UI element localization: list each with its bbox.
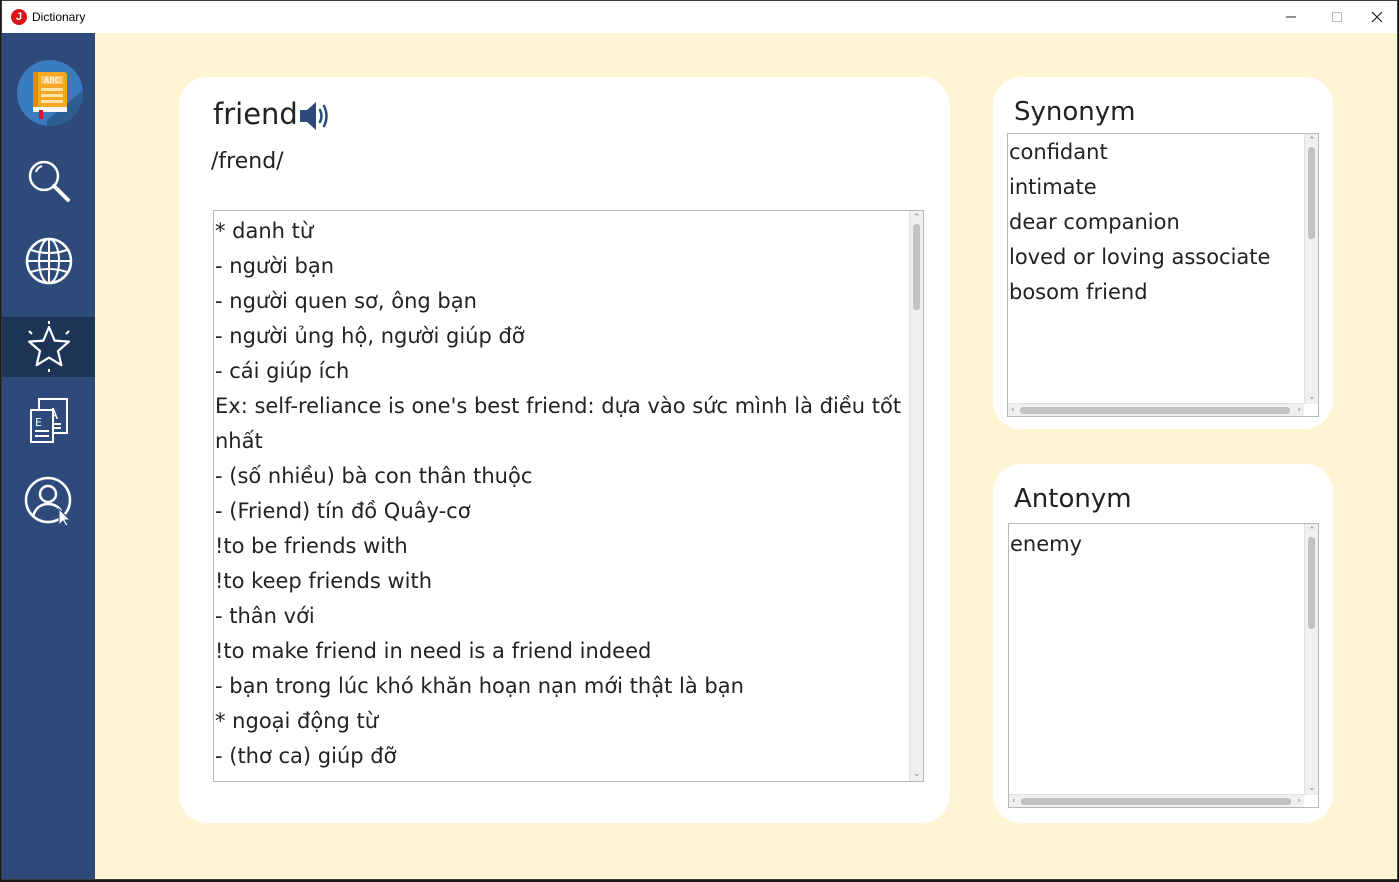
title-bar: J Dictionary [2,1,1397,33]
synonym-card: Synonym confidant intimate dear companion l… [993,77,1333,429]
minimize-icon [1286,16,1296,18]
minimize-button[interactable] [1268,1,1314,33]
magnifier-icon [28,160,70,202]
app-window: J Dictionary ABC E friend /frend/ * danh… [1,0,1398,880]
sidebar-item-translate[interactable] [2,231,95,291]
definition-line: - (thơ ca) giúp đỡ [215,744,397,768]
definition-line: !to be friends with [215,534,408,558]
sidebar-item-account[interactable] [2,471,95,531]
definition-line: - (Friend) tín đồ Quây-cơ [215,499,471,523]
app-icon: J [11,9,27,25]
scroll-thumb[interactable] [1020,407,1290,414]
antonym-items: enemy [1010,527,1082,562]
close-icon [1371,11,1383,23]
antonym-vscrollbar[interactable]: ⌃ ⌄ [1304,524,1318,795]
scroll-down-icon[interactable]: ⌄ [1308,783,1316,793]
text-document-icon: A E [29,398,68,443]
definition-text: * danh từ - người bạn - người quen sơ, ông… [215,214,905,774]
scroll-down-icon[interactable]: ⌄ [913,769,921,779]
word-card: friend /frend/ * danh từ - người bạn - ngư… [179,77,950,823]
scroll-left-icon[interactable]: ‹ [1012,795,1016,807]
scroll-up-icon[interactable]: ⌃ [913,213,921,223]
synonym-item[interactable]: intimate [1009,170,1270,205]
definition-line: !to keep friends with [215,569,433,593]
sidebar-item-flashcards[interactable]: A E [2,391,95,451]
definition-line: - người ủng hộ, người giúp đỡ [215,324,525,348]
scroll-thumb[interactable] [1021,798,1291,805]
definition-line: - thân với [215,604,315,628]
synonym-items: confidant intimate dear companion loved or … [1009,135,1270,310]
scroll-right-icon[interactable]: › [1297,404,1301,416]
scroll-thumb[interactable] [913,224,920,310]
window-title: Dictionary [32,10,86,24]
definition-line: - bạn trong lúc khó khăn hoạn nạn mới th… [215,674,744,698]
book-abc-icon: ABC [33,72,83,126]
definition-textarea[interactable]: * danh từ - người bạn - người quen sơ, ông… [213,210,924,782]
star-icon [27,321,70,372]
synonym-item[interactable]: loved or loving associate [1009,240,1270,275]
definition-line: nhất [215,429,263,453]
scroll-up-icon[interactable]: ⌃ [1308,526,1316,536]
synonym-hscrollbar[interactable]: ‹ › [1008,403,1304,416]
synonym-item[interactable]: confidant [1009,135,1270,170]
definition-scrollbar[interactable]: ⌃ ⌄ [909,211,923,781]
synonym-title: Synonym [1014,97,1136,127]
scroll-right-icon[interactable]: › [1297,795,1301,807]
speaker-icon [300,102,328,130]
globe-icon [25,237,72,285]
user-account-icon [24,476,71,527]
definition-line: * ngoại động từ [215,709,379,733]
definition-line: Ex: self-reliance is one's best friend: … [215,394,902,418]
scroll-thumb[interactable] [1308,537,1315,629]
svg-text:ABC: ABC [44,76,61,85]
antonym-title: Antonym [1014,484,1132,514]
svg-text:E: E [35,416,42,429]
synonym-item[interactable]: dear companion [1009,205,1270,240]
close-button[interactable] [1354,1,1397,33]
definition-line: !to make friend in need is a friend inde… [215,639,652,663]
definition-line: - (số nhiều) bà con thân thuộc [215,464,533,488]
antonym-card: Antonym enemy ⌃ ⌄ ‹ › [993,464,1333,823]
sidebar-item-favorites[interactable] [2,317,95,377]
synonym-item[interactable]: bosom friend [1009,275,1270,310]
definition-line: - cái giúp ích [215,359,350,383]
definition-line: * danh từ [215,219,314,243]
sidebar-item-search[interactable] [2,151,95,211]
antonym-hscrollbar[interactable]: ‹ › [1009,794,1304,807]
scroll-down-icon[interactable]: ⌄ [1308,392,1316,402]
antonym-item[interactable]: enemy [1010,527,1082,562]
phonetic: /frend/ [211,149,284,174]
pronounce-button[interactable] [297,99,333,137]
scroll-up-icon[interactable]: ⌃ [1308,136,1316,146]
synonym-vscrollbar[interactable]: ⌃ ⌄ [1304,134,1318,404]
antonym-list[interactable]: enemy ⌃ ⌄ ‹ › [1008,523,1319,808]
definition-line: - người bạn [215,254,335,278]
scroll-left-icon[interactable]: ‹ [1011,404,1015,416]
sidebar: ABC E [2,33,95,879]
scroll-thumb[interactable] [1308,147,1315,239]
maximize-icon [1332,12,1342,22]
definition-line: - người quen sơ, ông bạn [215,289,477,313]
word-title: friend [213,97,298,131]
synonym-list[interactable]: confidant intimate dear companion loved or … [1007,133,1319,417]
main-area: friend /frend/ * danh từ - người bạn - ngư… [95,33,1397,879]
dictionary-logo[interactable]: ABC [17,60,83,126]
